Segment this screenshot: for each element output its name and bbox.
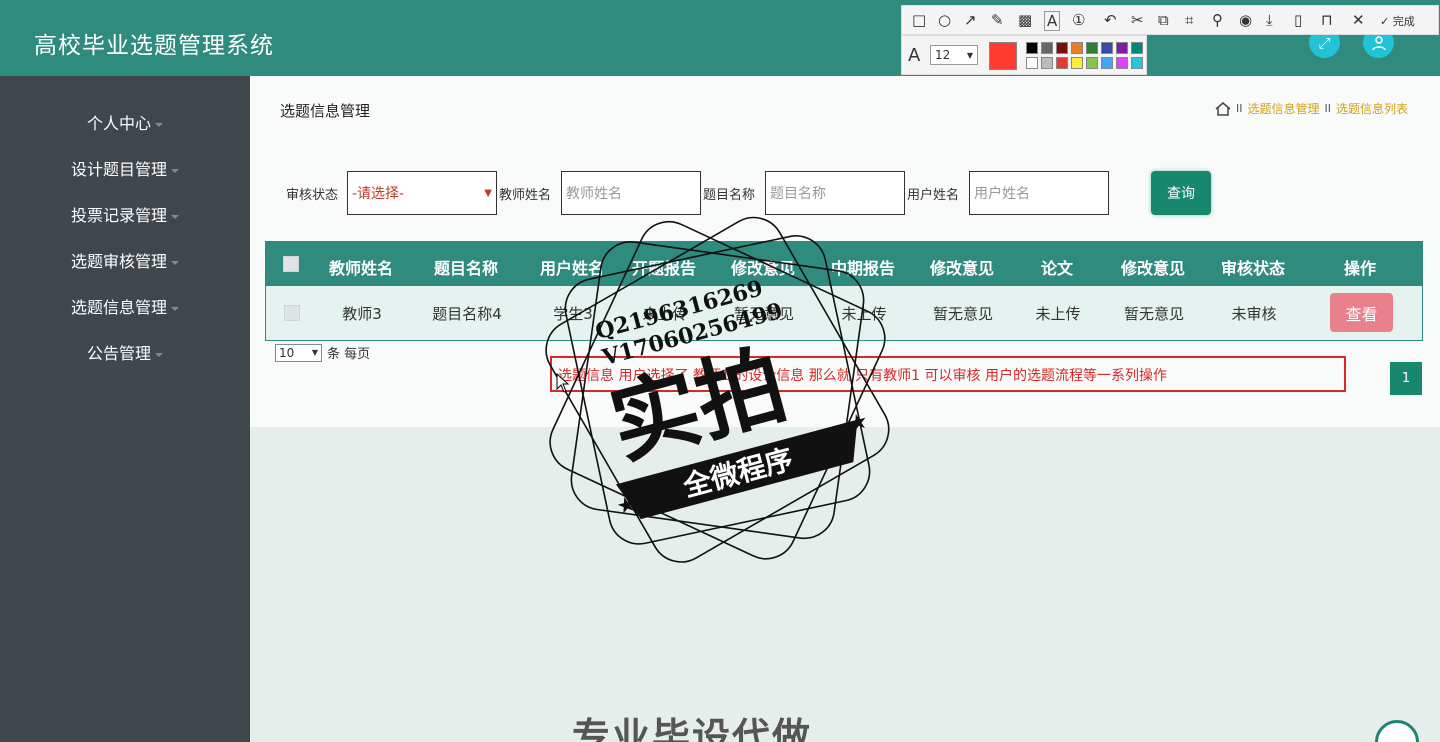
background-text: 专业毕设代做 bbox=[572, 715, 813, 742]
color-swatch[interactable] bbox=[1041, 57, 1053, 69]
rectangle-tool-icon[interactable]: □ bbox=[912, 11, 926, 29]
cell-thesis: 未上传 bbox=[1035, 305, 1081, 323]
scan-icon[interactable]: ⌗ bbox=[1185, 11, 1193, 29]
breadcrumb-item[interactable]: 选题信息管理 bbox=[1247, 100, 1319, 117]
topic-name-input[interactable]: 题目名称 bbox=[765, 171, 905, 215]
sidebar-item-announcements[interactable]: 公告管理 bbox=[0, 340, 250, 364]
sidebar-item-vote-records[interactable]: 投票记录管理 bbox=[0, 202, 250, 226]
page-title: 选题信息管理 bbox=[280, 102, 371, 120]
column-header: 论文 bbox=[1040, 259, 1074, 278]
download-icon[interactable]: ⤓ bbox=[1266, 11, 1273, 29]
current-color-swatch[interactable] bbox=[989, 42, 1017, 70]
color-swatch[interactable] bbox=[1086, 42, 1098, 54]
translate-icon[interactable]: ⧉ bbox=[1158, 11, 1169, 29]
color-swatch[interactable] bbox=[1026, 42, 1038, 54]
record-icon[interactable]: ◉ bbox=[1239, 11, 1252, 29]
color-swatch[interactable] bbox=[1056, 42, 1068, 54]
topic-filter-label: 题目名称 bbox=[703, 188, 756, 203]
done-button[interactable]: ✓ 完成 bbox=[1380, 13, 1415, 29]
mouse-cursor-icon bbox=[556, 373, 570, 393]
pen-tool-icon[interactable]: ✎ bbox=[991, 11, 1004, 29]
cell-feedback: 暂无意见 bbox=[932, 305, 994, 323]
color-swatch[interactable] bbox=[1086, 57, 1098, 69]
status-filter-label: 审核状态 bbox=[286, 188, 339, 203]
pin-icon[interactable]: ⚲ bbox=[1212, 11, 1223, 29]
color-swatch[interactable] bbox=[1116, 42, 1128, 54]
color-swatch[interactable] bbox=[1056, 57, 1068, 69]
arrow-tool-icon[interactable]: ↗ bbox=[964, 11, 977, 29]
chevron-down-icon bbox=[171, 168, 179, 173]
annotation-toolbar: □ ○ ↗ ✎ ▩ A ① ↶ ✂ ⧉ ⌗ ⚲ ◉ ⤓ ▯ ⊓ ✕ ✓ 完成 bbox=[901, 5, 1439, 35]
cell-status: 未审核 bbox=[1231, 305, 1277, 323]
column-header: 审核状态 bbox=[1220, 259, 1286, 278]
breadcrumb-item[interactable]: 选题信息列表 bbox=[1336, 100, 1408, 117]
teacher-filter-label: 教师姓名 bbox=[499, 188, 552, 203]
user-name-input[interactable]: 用户姓名 bbox=[969, 171, 1109, 215]
view-button[interactable]: 查看 bbox=[1330, 293, 1393, 332]
color-swatch[interactable] bbox=[1071, 57, 1083, 69]
chevron-down-icon bbox=[171, 260, 179, 265]
breadcrumb: II 选题信息管理 II 选题信息列表 bbox=[1215, 100, 1408, 117]
page-size-suffix: 条 每页 bbox=[327, 347, 371, 362]
chevron-down-icon bbox=[171, 306, 179, 311]
app-title: 高校毕业选题管理系统 bbox=[34, 33, 274, 59]
color-swatch[interactable] bbox=[1116, 57, 1128, 69]
color-swatch[interactable] bbox=[1131, 42, 1143, 54]
page-number-button[interactable]: 1 bbox=[1390, 362, 1422, 395]
color-swatch[interactable] bbox=[1101, 57, 1113, 69]
mosaic-tool-icon[interactable]: ▩ bbox=[1018, 11, 1032, 29]
number-tool-icon[interactable]: ① bbox=[1072, 11, 1085, 29]
font-icon: A bbox=[908, 45, 921, 66]
font-size-select[interactable]: 12 ▼ bbox=[930, 45, 978, 65]
chevron-down-icon: ▼ bbox=[311, 348, 318, 357]
query-button[interactable]: 查询 bbox=[1151, 171, 1211, 215]
chevron-down-icon bbox=[171, 214, 179, 219]
color-swatch[interactable] bbox=[1131, 57, 1143, 69]
cell-topic: 题目名称4 bbox=[432, 305, 502, 323]
chevron-down-icon bbox=[155, 352, 163, 357]
undo-icon[interactable]: ↶ bbox=[1104, 11, 1117, 29]
sidebar-item-personal-center[interactable]: 个人中心 bbox=[0, 110, 250, 134]
column-header: 修改意见 bbox=[929, 259, 995, 278]
page-size-control: 10 ▼ 条 每页 bbox=[275, 343, 370, 362]
status-select[interactable]: -请选择- ▼ bbox=[347, 171, 497, 215]
cut-icon[interactable]: ✂ bbox=[1131, 11, 1144, 29]
teacher-name-input[interactable]: 教师姓名 bbox=[561, 171, 701, 215]
row-checkbox[interactable] bbox=[284, 305, 300, 321]
home-icon[interactable] bbox=[1215, 101, 1231, 116]
chevron-down-icon: ▼ bbox=[484, 187, 492, 199]
column-header: 题目名称 bbox=[433, 259, 499, 278]
bookmark-icon[interactable]: ⊓ bbox=[1321, 11, 1333, 29]
close-icon[interactable]: ✕ bbox=[1352, 11, 1365, 29]
color-swatch[interactable] bbox=[1101, 42, 1113, 54]
column-header: 修改意见 bbox=[1120, 259, 1186, 278]
column-header: 操作 bbox=[1343, 259, 1377, 278]
chevron-down-icon bbox=[155, 122, 163, 127]
cell-feedback: 暂无意见 bbox=[1123, 305, 1185, 323]
sidebar-item-topic-info[interactable]: 选题信息管理 bbox=[0, 294, 250, 318]
cell-teacher: 教师3 bbox=[342, 305, 382, 323]
watermark-stamp: Q2196316269 V17060256499 实拍 全微程序 ★ ★ bbox=[545, 216, 890, 563]
column-header: 教师姓名 bbox=[328, 259, 394, 278]
text-tool-icon[interactable]: A bbox=[1044, 11, 1061, 31]
phone-icon[interactable]: ▯ bbox=[1294, 11, 1302, 29]
ellipse-tool-icon[interactable]: ○ bbox=[938, 11, 951, 29]
color-swatch[interactable] bbox=[1041, 42, 1053, 54]
color-swatch[interactable] bbox=[1026, 57, 1038, 69]
user-filter-label: 用户姓名 bbox=[907, 188, 960, 203]
back-to-top-icon[interactable] bbox=[1375, 720, 1419, 742]
page-size-select[interactable]: 10 ▼ bbox=[275, 343, 322, 362]
sidebar-item-topic-review[interactable]: 选题审核管理 bbox=[0, 248, 250, 272]
color-swatch[interactable] bbox=[1071, 42, 1083, 54]
select-all-checkbox[interactable] bbox=[283, 256, 299, 272]
text-style-toolbar: A 12 ▼ bbox=[901, 35, 1147, 75]
sidebar-item-design-topic[interactable]: 设计题目管理 bbox=[0, 156, 250, 180]
